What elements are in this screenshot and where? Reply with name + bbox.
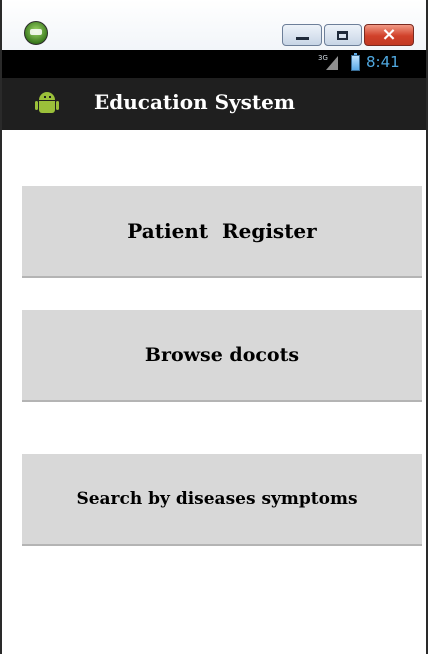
app-title: Education System (94, 90, 296, 114)
battery-icon (351, 53, 360, 71)
maximize-icon[interactable] (324, 24, 362, 46)
window-title-bar: × (2, 0, 426, 50)
status-bar: 3G 8:41 (2, 50, 426, 78)
emulator-logo-icon (24, 21, 48, 45)
emulator-window: × 3G 8:41 Education System Patient Regis… (0, 0, 428, 654)
browse-doctors-button[interactable]: Browse docots (22, 310, 422, 402)
signal-icon (326, 56, 338, 70)
search-by-symptoms-button[interactable]: Search by diseases symptoms (22, 454, 422, 546)
minimize-icon[interactable] (282, 24, 322, 46)
close-icon[interactable]: × (364, 24, 414, 46)
status-clock: 8:41 (366, 53, 400, 71)
patient-register-button[interactable]: Patient Register (22, 186, 422, 278)
action-bar: Education System (2, 78, 426, 130)
android-app-icon (35, 92, 59, 116)
